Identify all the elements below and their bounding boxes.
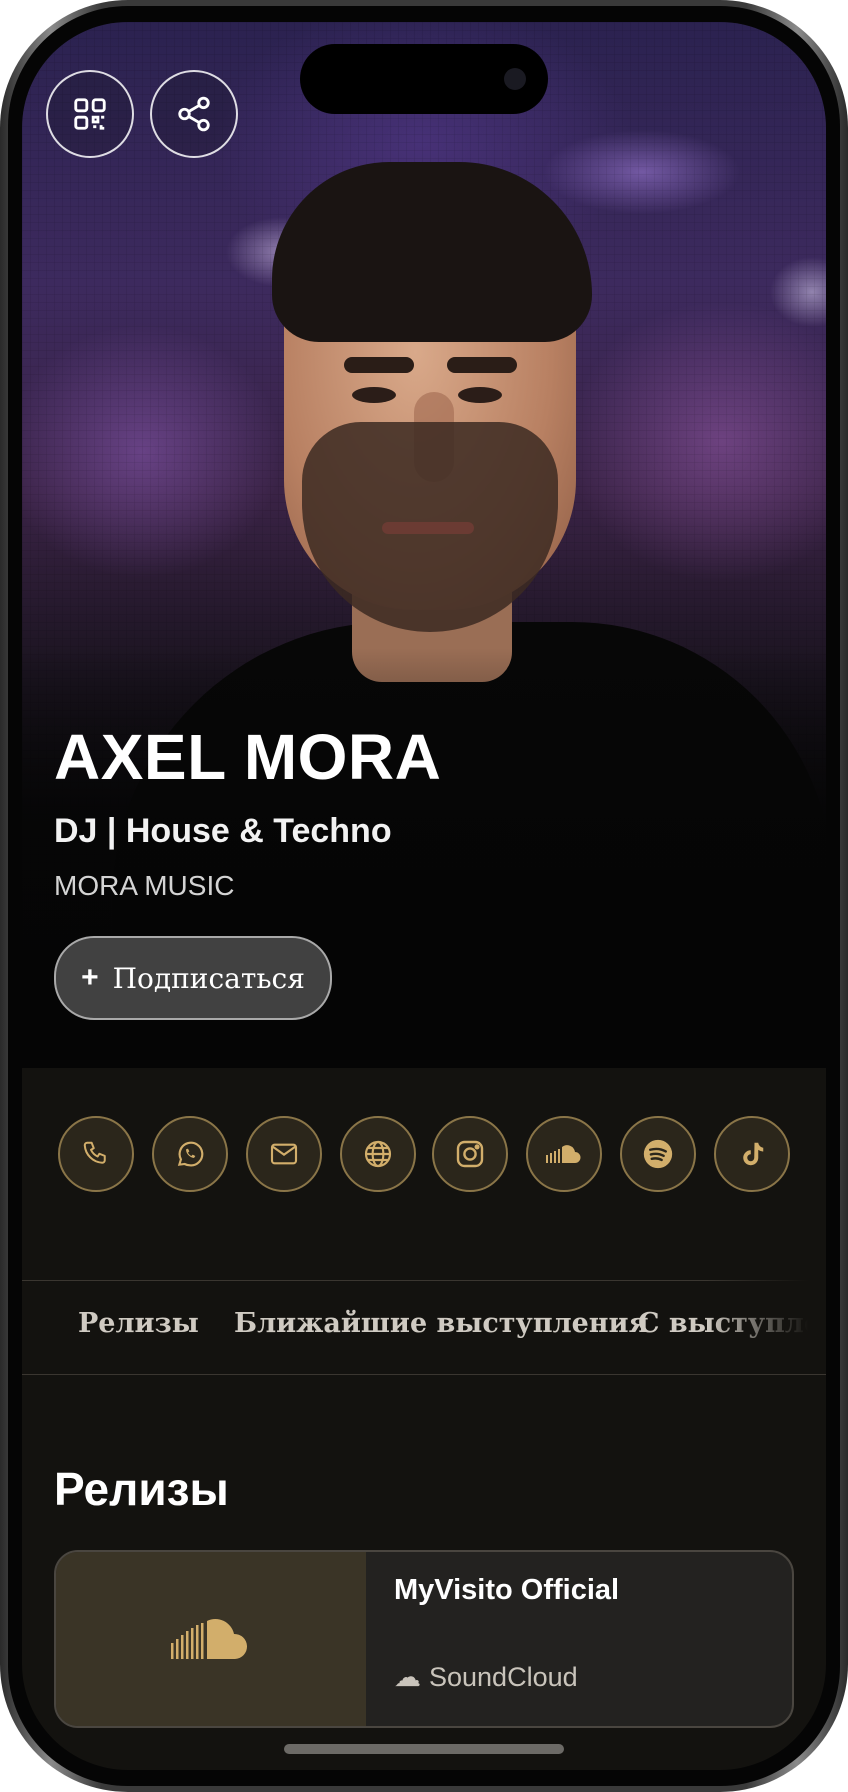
spotify-icon (643, 1139, 673, 1169)
tabs-bottom-divider (22, 1374, 826, 1375)
tab-upcoming-shows[interactable]: Ближайшие выступления (234, 1308, 649, 1339)
mail-icon (270, 1143, 298, 1165)
release-source-label: SoundCloud (429, 1662, 578, 1692)
phone-button[interactable] (58, 1116, 134, 1192)
plus-icon: + (81, 961, 99, 994)
globe-icon (364, 1140, 392, 1168)
share-icon (178, 96, 210, 132)
profile-role: DJ | House & Techno (54, 812, 392, 850)
dynamic-island (300, 44, 548, 114)
whatsapp-icon (177, 1141, 204, 1167)
profile-name: AXEL MORA (54, 721, 442, 793)
tiktok-icon (743, 1142, 764, 1166)
front-camera (504, 68, 526, 90)
whatsapp-button[interactable] (152, 1116, 228, 1192)
phone-frame: AXEL MORA DJ | House & Techno MORA MUSIC… (0, 0, 848, 1792)
release-artwork (56, 1552, 366, 1726)
instagram-icon (456, 1140, 484, 1168)
contact-links (54, 1116, 794, 1192)
qr-code-icon (74, 98, 106, 130)
qr-code-button[interactable] (46, 70, 134, 158)
release-card[interactable]: MyVisito Official ☁ SoundCloud (54, 1550, 794, 1728)
tab-releases[interactable]: Релизы (78, 1308, 199, 1339)
release-title: MyVisito Official (394, 1574, 620, 1606)
soundcloud-icon (546, 1145, 581, 1163)
instagram-button[interactable] (432, 1116, 508, 1192)
follow-button[interactable]: + Подписаться (54, 936, 332, 1020)
release-source: ☁ SoundCloud (394, 1662, 578, 1693)
section-tabs: Релизы Ближайшие выступления С выступлен… (22, 1280, 826, 1370)
email-button[interactable] (246, 1116, 322, 1192)
hero-photo (22, 22, 826, 1068)
home-indicator[interactable] (284, 1744, 564, 1754)
spotify-button[interactable] (620, 1116, 696, 1192)
soundcloud-icon (171, 1619, 248, 1659)
tiktok-button[interactable] (714, 1116, 790, 1192)
phone-icon (83, 1141, 106, 1164)
profile-label: MORA MUSIC (54, 870, 235, 901)
share-button[interactable] (150, 70, 238, 158)
app-screen: AXEL MORA DJ | House & Techno MORA MUSIC… (22, 22, 826, 1770)
cloud-icon: ☁ (394, 1662, 421, 1692)
website-button[interactable] (340, 1116, 416, 1192)
releases-title: Релизы (54, 1463, 229, 1515)
follow-label: Подписаться (112, 961, 305, 995)
soundcloud-button[interactable] (526, 1116, 602, 1192)
